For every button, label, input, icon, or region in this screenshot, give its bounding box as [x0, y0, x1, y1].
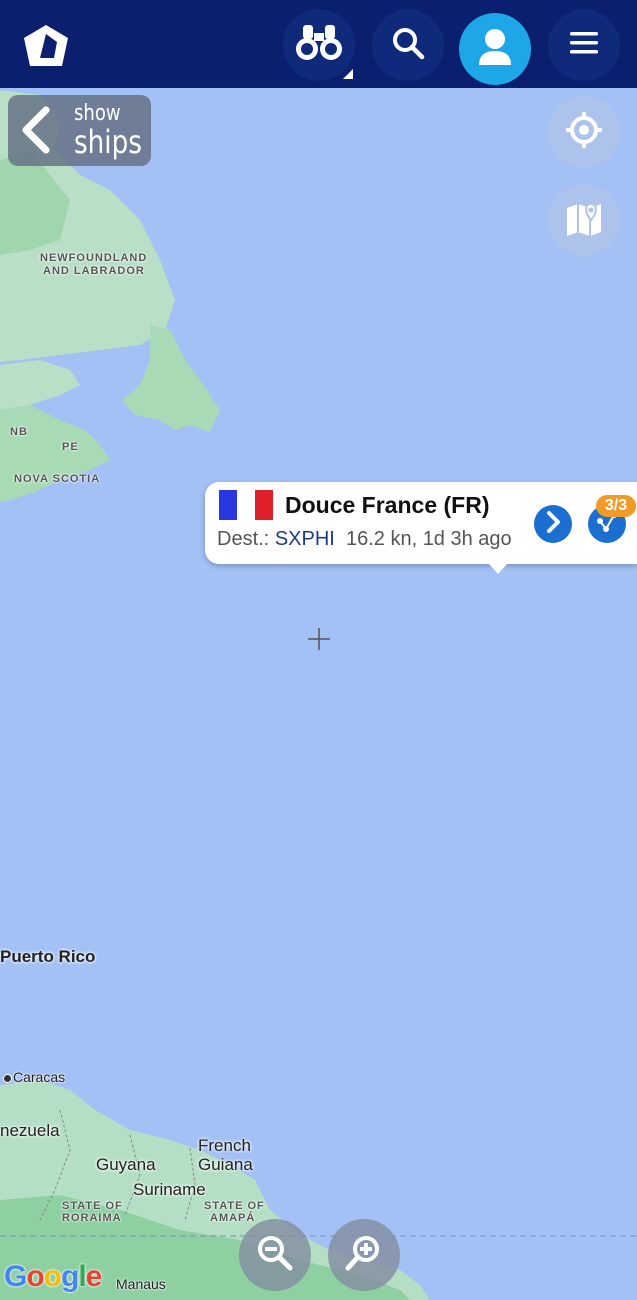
- dest-label: Dest.:: [217, 528, 270, 550]
- top-bar: [0, 0, 637, 88]
- binoculars-icon: [294, 23, 344, 68]
- show-ships-button[interactable]: show ships: [8, 95, 151, 166]
- label-puerto-rico: Puerto Rico: [0, 947, 96, 966]
- search-button[interactable]: [372, 9, 444, 81]
- crosshair-location-icon: [564, 110, 604, 155]
- logo-pentagon-icon[interactable]: [20, 22, 72, 70]
- dropdown-corner-icon: [343, 69, 353, 79]
- label-caracas: Caracas: [13, 1069, 66, 1085]
- map-center-crosshair-icon: [308, 628, 330, 650]
- vessel-name[interactable]: Douce France (FR): [285, 492, 489, 519]
- label-venezuela: nezuela: [0, 1121, 60, 1140]
- label-nova-scotia: NOVA SCOTIA: [14, 473, 101, 485]
- my-location-button[interactable]: [548, 96, 620, 168]
- google-logo: Google: [4, 1260, 102, 1293]
- map-layers-button[interactable]: [548, 184, 620, 256]
- search-icon: [391, 26, 425, 65]
- hamburger-menu-icon: [568, 29, 600, 62]
- vessel-destination: Dest.: SXPHI 16.2 kn, 1d 3h ago: [217, 528, 512, 551]
- route-count-badge: 3/3: [596, 495, 636, 517]
- binoculars-button[interactable]: [283, 9, 355, 81]
- label-roraima: STATE OF: [62, 1200, 123, 1212]
- user-icon: [477, 27, 513, 72]
- label-french-guiana: French: [198, 1136, 251, 1155]
- vessel-popup[interactable]: Douce France (FR) Dest.: SXPHI 16.2 kn, …: [205, 482, 637, 574]
- popup-tail: [487, 562, 509, 574]
- dest-code[interactable]: SXPHI: [275, 528, 335, 550]
- zoom-in-button[interactable]: [328, 1219, 400, 1291]
- chevron-right-icon: [543, 510, 563, 539]
- menu-button[interactable]: [548, 9, 620, 81]
- account-button[interactable]: [459, 13, 531, 85]
- map-pin-icon: [564, 198, 604, 243]
- zoom-out-icon: [255, 1233, 295, 1278]
- label-labrador: AND LABRADOR: [43, 265, 145, 277]
- label-newfoundland: NEWFOUNDLAND: [40, 252, 148, 264]
- zoom-in-icon: [344, 1233, 384, 1278]
- label-guyana: Guyana: [96, 1155, 156, 1174]
- label-pe: PE: [62, 441, 79, 453]
- label-amapa-2: AMAPÁ: [210, 1212, 256, 1224]
- vessel-status: 16.2 kn, 1d 3h ago: [345, 528, 512, 550]
- label-french-guiana-2: Guiana: [198, 1155, 253, 1174]
- chevron-left-icon: [22, 106, 50, 154]
- label-suriname: Suriname: [133, 1180, 206, 1199]
- zoom-out-button[interactable]: [239, 1219, 311, 1291]
- flag-france-icon: [219, 490, 273, 520]
- map-canvas[interactable]: [0, 0, 637, 1300]
- label-manaus: Manaus: [116, 1276, 166, 1292]
- label-roraima-2: RORAIMA: [62, 1212, 122, 1224]
- show-ships-label-2: ships: [74, 123, 142, 161]
- label-nb: NB: [10, 426, 28, 438]
- label-amapa: STATE OF: [204, 1200, 265, 1212]
- vessel-details-button[interactable]: [534, 505, 572, 543]
- caracas-dot-icon: [3, 1074, 12, 1083]
